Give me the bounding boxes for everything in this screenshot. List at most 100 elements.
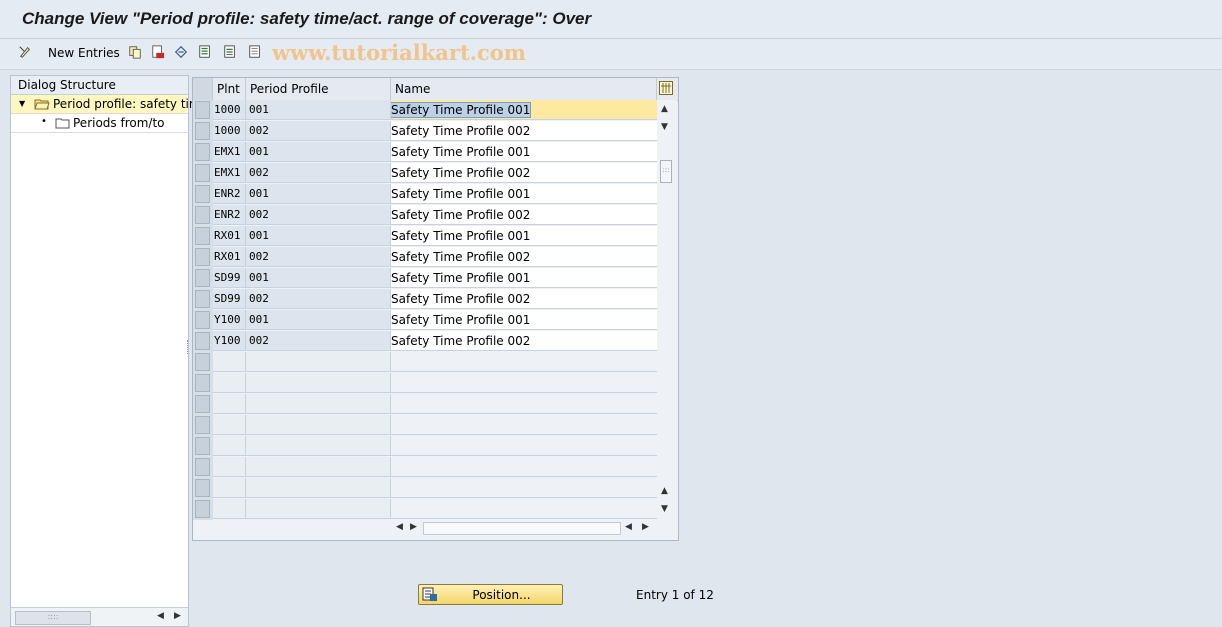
deselect-all-icon[interactable]: [248, 45, 262, 62]
cell-name-input[interactable]: [391, 415, 657, 435]
cell-plnt: RX01: [213, 226, 246, 246]
tree-node-periods-from-to[interactable]: • Periods from/to: [11, 114, 187, 132]
cell-period-profile: 001: [246, 268, 391, 288]
cell-name-input[interactable]: [391, 352, 657, 372]
cell-name-input[interactable]: Safety Time Profile 001: [391, 226, 657, 246]
scroll-left-icon[interactable]: ◀: [625, 522, 632, 532]
select-block-icon[interactable]: [223, 45, 237, 62]
cell-name-input[interactable]: Safety Time Profile 002: [391, 121, 657, 141]
undo-icon[interactable]: [174, 45, 188, 62]
table-row: SD99 002 Safety Time Profile 002: [193, 289, 657, 310]
change-display-icon[interactable]: [18, 45, 32, 62]
delete-icon[interactable]: [151, 45, 165, 62]
table-header: Plnt Period Profile Name: [193, 78, 678, 101]
scroll-up-icon[interactable]: ▲: [661, 486, 668, 496]
cell-name-value: Safety Time Profile 001: [391, 145, 531, 159]
table-row: [193, 352, 657, 373]
position-button[interactable]: Position...: [418, 584, 563, 605]
cell-plnt: [213, 415, 246, 435]
cell-plnt: SD99: [213, 268, 246, 288]
scroll-left-icon[interactable]: ◀: [396, 522, 403, 532]
cell-name-input[interactable]: [391, 499, 657, 519]
entry-counter: Entry 1 of 12: [636, 588, 714, 602]
table-row: [193, 373, 657, 394]
table-vscrollbar[interactable]: ▲ ▼ ::: ▲ ▼: [657, 100, 677, 520]
scroll-left-icon[interactable]: ◀: [157, 611, 164, 621]
cell-name-input[interactable]: [391, 457, 657, 477]
cell-period-profile: 002: [246, 247, 391, 267]
page-title: Change View "Period profile: safety time…: [22, 9, 592, 28]
table-row: [193, 478, 657, 499]
cell-name-value: Safety Time Profile 001: [391, 229, 531, 243]
scroll-right-icon[interactable]: ▶: [642, 522, 649, 532]
table-row: [193, 436, 657, 457]
cell-name-input[interactable]: Safety Time Profile 001: [391, 142, 657, 162]
scroll-down-icon[interactable]: ▼: [661, 122, 668, 132]
cell-period-profile: 001: [246, 184, 391, 204]
cell-plnt: EMX1: [213, 142, 246, 162]
select-all-icon[interactable]: [198, 45, 212, 62]
table-hscrollbar[interactable]: ◀ ▶ ◀ ▶: [391, 519, 657, 537]
tree-node-period-profile[interactable]: ▼ Period profile: safety tim: [11, 95, 201, 113]
cell-name-input[interactable]: Safety Time Profile 001: [391, 184, 657, 204]
cell-plnt: [213, 478, 246, 498]
table-row: Y100 001 Safety Time Profile 001: [193, 310, 657, 331]
table-row: 1000 001 Safety Time Profile 001: [193, 100, 657, 121]
cell-plnt: 1000: [213, 100, 246, 120]
cell-name-input[interactable]: Safety Time Profile 002: [391, 247, 657, 267]
cell-period-profile: 001: [246, 310, 391, 330]
column-header-plnt[interactable]: Plnt: [213, 78, 246, 100]
table-row: [193, 394, 657, 415]
cell-name-input[interactable]: Safety Time Profile 001: [391, 268, 657, 288]
cell-period-profile: 001: [246, 142, 391, 162]
cell-plnt: ENR2: [213, 184, 246, 204]
scroll-up-icon[interactable]: ▲: [661, 104, 668, 114]
folder-icon: [55, 118, 70, 129]
cell-period-profile: [246, 457, 391, 477]
expand-triangle-icon[interactable]: ▼: [19, 95, 25, 113]
copy-icon[interactable]: [128, 45, 142, 62]
scroll-right-icon[interactable]: ▶: [410, 522, 417, 532]
table-control: Plnt Period Profile Name 1000 001 Safety T…: [192, 77, 679, 541]
table-row: EMX1 002 Safety Time Profile 002: [193, 163, 657, 184]
scroll-thumb[interactable]: [423, 522, 621, 535]
bullet-icon: •: [41, 116, 47, 127]
cell-name-input[interactable]: Safety Time Profile 001: [391, 100, 657, 120]
cell-name-input[interactable]: [391, 478, 657, 498]
scroll-thumb[interactable]: :::: [660, 160, 672, 183]
cell-period-profile: 001: [246, 100, 391, 120]
table-settings-icon[interactable]: [659, 81, 673, 95]
cell-name-input[interactable]: [391, 394, 657, 414]
tree-node-label: Period profile: safety tim: [53, 97, 201, 111]
cell-plnt: [213, 457, 246, 477]
dialog-structure-hscrollbar[interactable]: :::: ◀ ▶: [11, 607, 188, 626]
cell-name-input[interactable]: Safety Time Profile 002: [391, 163, 657, 183]
new-entries-button[interactable]: New Entries: [48, 46, 120, 60]
column-header-period-profile[interactable]: Period Profile: [246, 78, 391, 100]
cell-period-profile: [246, 478, 391, 498]
scroll-down-icon[interactable]: ▼: [661, 504, 668, 514]
cell-name-value: Safety Time Profile 001: [391, 102, 532, 118]
open-folder-icon: [34, 99, 50, 110]
cell-name-input[interactable]: [391, 436, 657, 456]
cell-name-input[interactable]: Safety Time Profile 002: [391, 205, 657, 225]
cell-name-input[interactable]: Safety Time Profile 001: [391, 310, 657, 330]
cell-name-input[interactable]: Safety Time Profile 002: [391, 289, 657, 309]
cell-period-profile: [246, 352, 391, 372]
scroll-right-icon[interactable]: ▶: [174, 611, 181, 621]
table-row: EMX1 001 Safety Time Profile 001: [193, 142, 657, 163]
pane-splitter[interactable]: [187, 340, 191, 354]
select-all-rows-button[interactable]: [193, 78, 213, 100]
column-header-name[interactable]: Name: [391, 78, 657, 100]
cell-period-profile: [246, 499, 391, 519]
cell-plnt: ENR2: [213, 205, 246, 225]
cell-name-input[interactable]: [391, 373, 657, 393]
cell-period-profile: 002: [246, 163, 391, 183]
cell-period-profile: [246, 394, 391, 414]
scroll-thumb[interactable]: ::::: [15, 611, 91, 625]
cell-period-profile: 002: [246, 121, 391, 141]
application-toolbar: New Entries www.tutorialkart.com: [0, 39, 1222, 70]
cell-period-profile: 002: [246, 289, 391, 309]
cell-name-input[interactable]: Safety Time Profile 002: [391, 331, 657, 351]
cell-plnt: SD99: [213, 289, 246, 309]
